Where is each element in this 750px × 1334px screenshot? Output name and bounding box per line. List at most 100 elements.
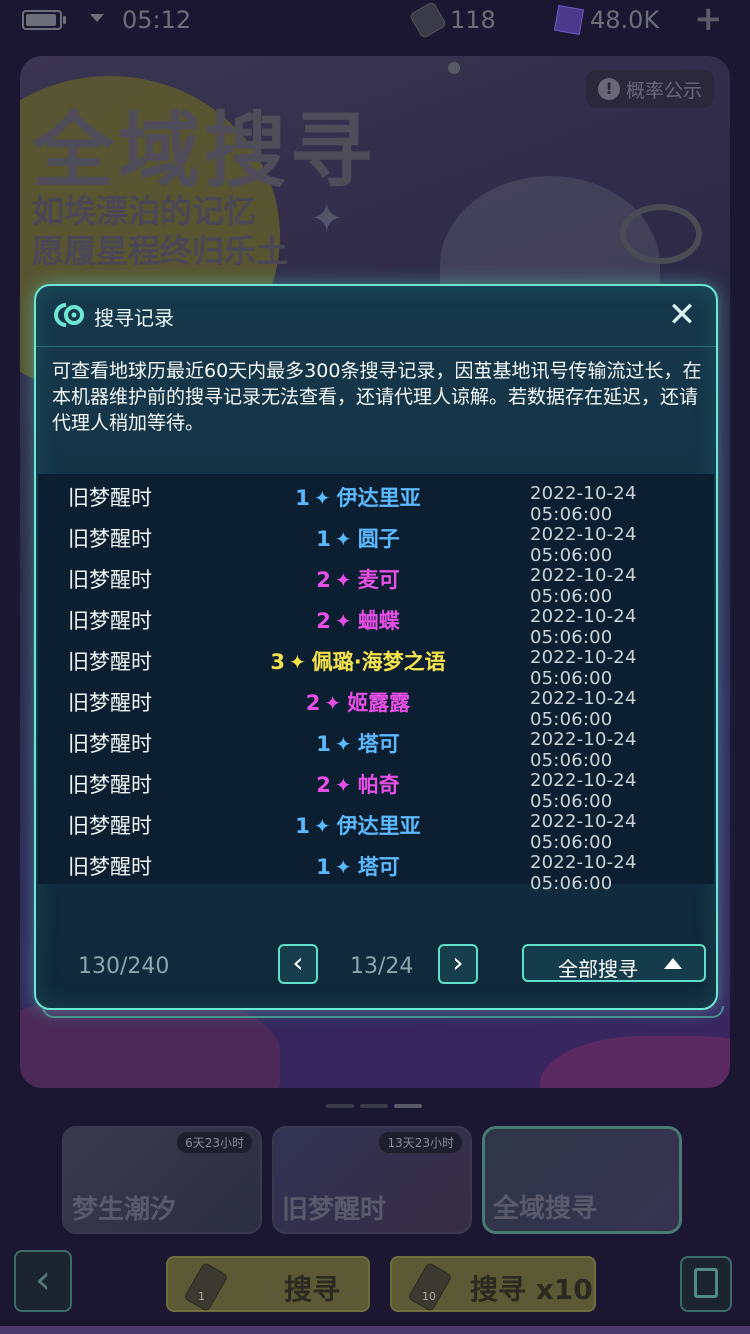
ticket-count: 118: [450, 6, 496, 34]
caret-up-icon: [664, 958, 682, 969]
record-row: 旧梦醒时 2 ✦ 姬露露 2022-10-24 05:06:00: [38, 679, 714, 730]
search-once-button[interactable]: 1 搜寻: [166, 1256, 370, 1313]
filter-label: 全部搜寻: [558, 957, 638, 981]
record-row: 旧梦醒时 2 ✦ 麦可 2022-10-24 05:06:00: [38, 556, 714, 607]
record-rarity: 2: [316, 773, 331, 797]
dialog-header: 搜寻记录 ✕: [36, 286, 716, 347]
currency-count: 48.0K: [590, 6, 660, 34]
record-button[interactable]: [680, 1256, 732, 1312]
pool-card-1[interactable]: 6天23小时 梦生潮汐: [62, 1126, 262, 1234]
record-item-name: 塔可: [357, 732, 400, 756]
record-row: 旧梦醒时 1 ✦ 塔可 2022-10-24 05:06:00: [38, 843, 714, 894]
star-icon: ✦: [324, 691, 342, 715]
clock: 05:12: [122, 6, 192, 34]
record-item: 1 ✦ 塔可: [228, 851, 488, 881]
cube-icon: [553, 4, 585, 36]
record-item: 2 ✦ 帕奇: [228, 769, 488, 799]
pool-card-2[interactable]: 13天23小时 旧梦醒时: [272, 1126, 472, 1234]
record-item: 1 ✦ 塔可: [228, 728, 488, 758]
record-pool-name: 旧梦醒时: [68, 609, 152, 633]
record-item: 1 ✦ 圆子: [228, 523, 488, 553]
record-item-name: 蛐蝶: [357, 609, 400, 633]
star-icon: ✦: [334, 773, 352, 797]
record-rarity: 2: [305, 691, 321, 715]
record-item-name: 佩璐·海梦之语: [311, 650, 446, 674]
record-pool-name: 旧梦醒时: [68, 732, 152, 756]
record-item-name: 伊达里亚: [336, 486, 421, 510]
alert-icon: !: [597, 78, 620, 100]
close-button[interactable]: ✕: [662, 296, 702, 336]
probability-button[interactable]: ! 概率公示: [586, 70, 714, 108]
record-rarity: 3: [270, 650, 285, 674]
document-icon: [694, 1268, 718, 1298]
filter-dropdown[interactable]: 全部搜寻: [522, 944, 706, 982]
record-item: 1 ✦ 伊达里亚: [228, 482, 488, 512]
banner-subtitle-2: 愿履星程终归乐土: [32, 232, 289, 270]
currency-resource[interactable]: 48.0K: [553, 4, 660, 36]
record-row: 旧梦醒时 2 ✦ 蛐蝶 2022-10-24 05:06:00: [38, 597, 714, 648]
record-rarity: 1: [295, 814, 310, 838]
ticket-resource[interactable]: 118: [408, 0, 496, 40]
star-icon: ✦: [334, 609, 352, 633]
record-rarity: 1: [316, 855, 331, 879]
search-ten-button[interactable]: 10 搜寻 x10: [390, 1256, 596, 1313]
star-icon: ✦: [313, 814, 331, 838]
record-item: 3 ✦ 佩璐·海梦之语: [228, 646, 488, 676]
record-pool-name: 旧梦醒时: [68, 814, 152, 838]
record-item-name: 姬露露: [347, 691, 411, 715]
next-page-button[interactable]: ›: [438, 944, 478, 984]
card-title: 旧梦醒时: [282, 1195, 387, 1225]
record-time: 2022-10-24 05:06:00: [530, 852, 637, 894]
star-icon: ✦: [334, 732, 352, 756]
page-indicator: 13/24: [350, 954, 414, 979]
search-record-dialog: 搜寻记录 ✕ 可查看地球历最近60天内最多300条搜寻记录，因茧基地讯号传输流过…: [34, 284, 724, 1018]
record-item-name: 塔可: [357, 855, 400, 879]
record-rarity: 2: [316, 568, 331, 592]
record-item-name: 圆子: [357, 527, 400, 551]
record-pool-name: 旧梦醒时: [68, 486, 152, 510]
card-timer: 13天23小时: [379, 1132, 462, 1153]
ticket-icon: [407, 1261, 453, 1313]
record-list[interactable]: 旧梦醒时 1 ✦ 伊达里亚 2022-10-24 05:06:00 旧梦醒时 1 ✦ 圆子 202…: [38, 474, 714, 894]
star-icon: ✦: [313, 486, 331, 510]
record-pool-name: 旧梦醒时: [68, 855, 152, 879]
record-item: 2 ✦ 麦可: [228, 564, 488, 594]
battery-icon: [22, 10, 66, 30]
signal-icon: [90, 14, 104, 22]
star-icon: ✦: [334, 855, 352, 879]
star-icon: ✦: [288, 650, 306, 674]
record-logo-icon: [54, 303, 84, 327]
record-pool-name: 旧梦醒时: [68, 691, 152, 715]
record-item: 1 ✦ 伊达里亚: [228, 810, 488, 840]
record-item-name: 伊达里亚: [336, 814, 421, 838]
card-title: 全域搜寻: [493, 1194, 598, 1224]
pool-card-3[interactable]: 全域搜寻: [482, 1126, 682, 1234]
record-pool-name: 旧梦醒时: [68, 650, 152, 674]
record-row: 旧梦醒时 1 ✦ 圆子 2022-10-24 05:06:00: [38, 515, 714, 566]
record-item-name: 帕奇: [357, 773, 400, 797]
back-button[interactable]: ‹: [14, 1250, 72, 1312]
record-row: 旧梦醒时 2 ✦ 帕奇 2022-10-24 05:06:00: [38, 761, 714, 812]
record-row: 旧梦醒时 3 ✦ 佩璐·海梦之语 2022-10-24 05:06:00: [38, 638, 714, 689]
card-title: 梦生潮汐: [72, 1195, 177, 1225]
record-counter: 130/240: [78, 954, 170, 979]
record-pool-name: 旧梦醒时: [68, 568, 152, 592]
record-rarity: 1: [316, 732, 331, 756]
record-item-name: 麦可: [357, 568, 400, 592]
record-rarity: 2: [316, 609, 331, 633]
star-icon: ✦: [334, 568, 352, 592]
record-row: 旧梦醒时 1 ✦ 伊达里亚 2022-10-24 05:06:00: [38, 474, 714, 525]
probability-label: 概率公示: [625, 79, 702, 102]
prev-page-button[interactable]: ‹: [278, 944, 318, 984]
dialog-description: 可查看地球历最近60天内最多300条搜寻记录，因茧基地讯号传输流过长，在本机器维…: [52, 360, 702, 434]
star-icon: ✦: [334, 527, 352, 551]
record-row: 旧梦醒时 1 ✦ 伊达里亚 2022-10-24 05:06:00: [38, 802, 714, 853]
dialog-title: 搜寻记录: [94, 306, 174, 330]
add-currency-button[interactable]: +: [694, 2, 723, 36]
record-row: 旧梦醒时 1 ✦ 塔可 2022-10-24 05:06:00: [38, 720, 714, 771]
ticket-icon: [408, 0, 448, 40]
record-pool-name: 旧梦醒时: [68, 773, 152, 797]
record-rarity: 1: [316, 527, 331, 551]
status-bar: 05:12 118 48.0K +: [0, 0, 750, 44]
record-item: 2 ✦ 蛐蝶: [228, 605, 488, 635]
